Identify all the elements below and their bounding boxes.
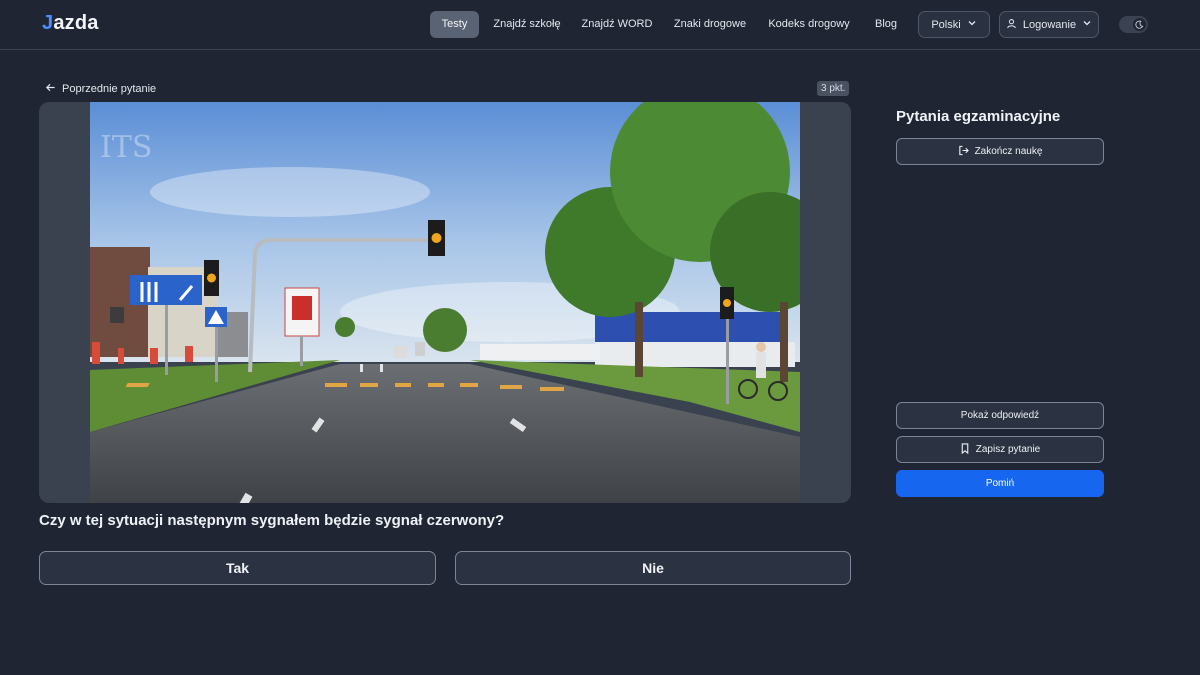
user-icon: [1006, 18, 1017, 32]
show-answer-button[interactable]: Pokaż odpowiedź: [896, 402, 1104, 429]
skip-label: Pomiń: [985, 478, 1015, 489]
moon-icon: [1133, 18, 1146, 31]
chevron-down-icon: [1082, 18, 1092, 31]
language-label: Polski: [931, 18, 961, 31]
nav-item-znajdz-word[interactable]: Znajdź WORD: [578, 11, 656, 38]
finish-learning-label: Zakończ naukę: [974, 146, 1043, 157]
nav-item-znajdz-szkole[interactable]: Znajdź szkołę: [489, 11, 565, 38]
bookmark-icon: [960, 442, 970, 457]
chevron-down-icon: [967, 18, 977, 31]
answer-no-button[interactable]: Nie: [455, 551, 851, 585]
previous-question-link[interactable]: Poprzednie pytanie: [45, 81, 156, 97]
show-answer-label: Pokaż odpowiedź: [960, 410, 1040, 421]
theme-toggle[interactable]: [1119, 16, 1148, 33]
exit-icon: [958, 145, 969, 159]
language-select[interactable]: Polski: [918, 11, 990, 38]
svg-text:ITS: ITS: [100, 130, 152, 165]
jazda-logo[interactable]: Jazda: [42, 12, 99, 35]
nav-item-blog[interactable]: Blog: [868, 11, 904, 38]
save-question-button[interactable]: Zapisz pytanie: [896, 436, 1104, 463]
skip-button[interactable]: Pomiń: [896, 470, 1104, 497]
previous-question-label: Poprzednie pytanie: [62, 83, 157, 95]
save-question-label: Zapisz pytanie: [975, 444, 1041, 455]
top-navigation-bar: Jazda Testy Znajdź szkołę Znajdź WORD Zn…: [0, 0, 1200, 50]
sidebar-title: Pytania egzaminacyjne: [896, 108, 1061, 125]
nav-item-znaki-drogowe[interactable]: Znaki drogowe: [670, 11, 750, 38]
intersection-traffic-light-photo: ITS: [90, 102, 800, 503]
nav-item-testy[interactable]: Testy: [430, 11, 479, 38]
question-media-frame: ITS: [39, 102, 851, 503]
login-label: Logowanie: [1022, 18, 1077, 31]
login-dropdown[interactable]: Logowanie: [999, 11, 1099, 38]
answer-yes-button[interactable]: Tak: [39, 551, 436, 585]
nav-item-kodeks-drogowy[interactable]: Kodeks drogowy: [764, 11, 854, 38]
arrow-left-icon: [45, 82, 56, 96]
question-text: Czy w tej sytuacji następnym sygnałem bę…: [39, 512, 505, 529]
finish-learning-button[interactable]: Zakończ naukę: [896, 138, 1104, 165]
points-badge: 3 pkt.: [817, 81, 850, 96]
